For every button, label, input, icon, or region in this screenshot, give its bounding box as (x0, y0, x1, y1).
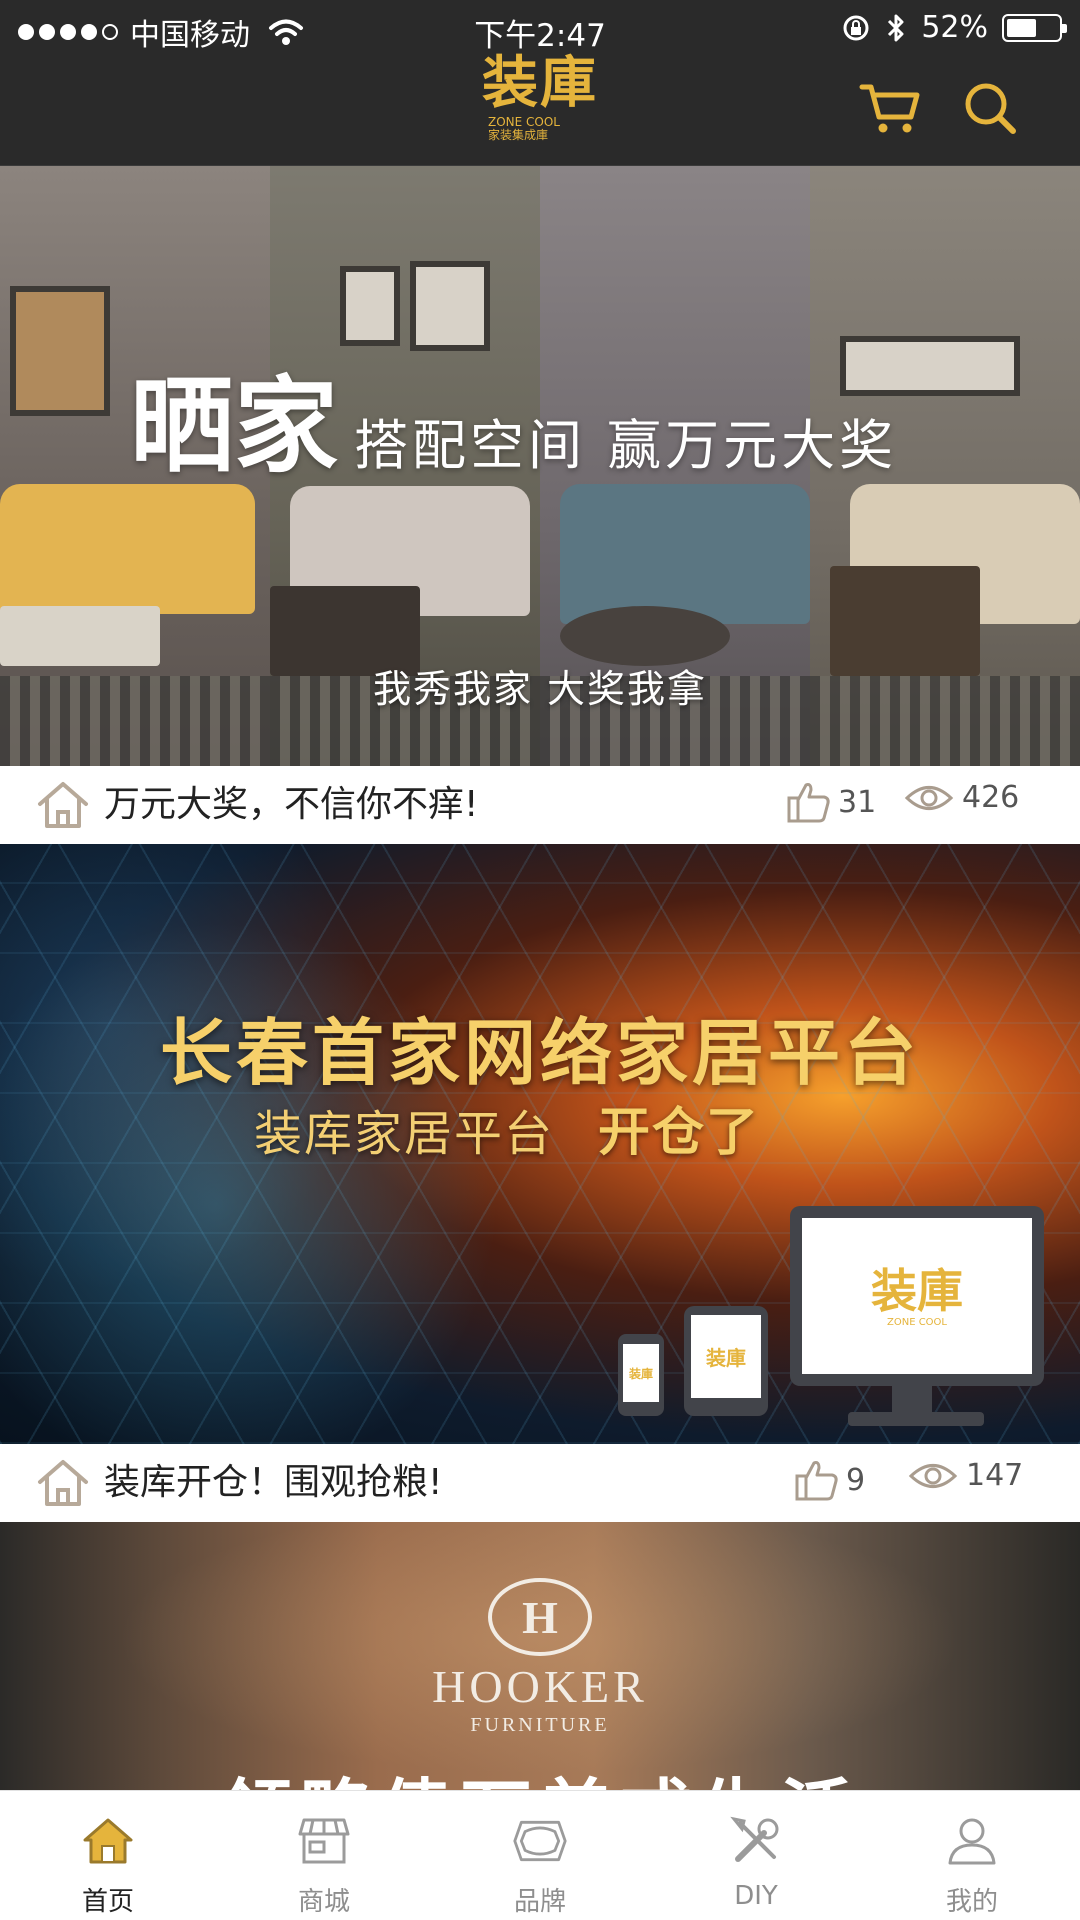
banner-hooker-furniture[interactable]: H HOOKER FURNITURE 领略债万美式生活 (0, 1522, 1080, 1790)
wifi-icon (269, 19, 303, 45)
phone-illustration: 装庫 (618, 1334, 664, 1416)
post-bar[interactable]: 万元大奖，不信你不痒! 31 426 (0, 766, 1080, 844)
tablet-logo: 装庫 (691, 1315, 761, 1398)
phone-logo: 装庫 (623, 1344, 659, 1402)
tab-store[interactable]: 商城 (224, 1791, 424, 1920)
tab-label: 首页 (81, 1887, 134, 1917)
search-button[interactable] (958, 76, 1022, 140)
logo-cn-text: 家装集成庫 (488, 128, 549, 142)
like-button[interactable]: 31 (786, 780, 876, 824)
view-counter: 426 (904, 780, 1019, 815)
tab-label: 品牌 (513, 1887, 566, 1917)
monitor-logo-sub: ZONE COOL (887, 1316, 947, 1328)
brand-icon (513, 1820, 567, 1862)
cart-button[interactable] (858, 76, 922, 140)
store-icon (298, 1818, 350, 1864)
banner-tagline: 领略债万美式生活 (0, 1754, 1080, 1790)
carrier-name: 中国移动 (130, 18, 250, 53)
tab-label: 商城 (297, 1887, 350, 1917)
feed-list[interactable]: 晒家 搭配空间 赢万元大奖 我秀我家 大奖我拿 万元大奖，不信你不痒! 31 4… (0, 166, 1080, 1790)
monitor-logo: 装庫 (871, 1263, 963, 1318)
post-title[interactable]: 万元大奖，不信你不痒! (104, 782, 478, 828)
search-icon (965, 83, 1016, 134)
thumbs-up-icon (795, 1461, 838, 1501)
tab-brand[interactable]: 品牌 (440, 1791, 640, 1920)
like-count: 9 (846, 1462, 866, 1498)
bottom-tab-bar: 首页 商城 品牌 DIY 我的 (0, 1790, 1080, 1920)
signal-icon (18, 24, 118, 40)
eye-icon (904, 785, 954, 810)
banner-subtitle-highlight: 开仓了 (598, 1103, 761, 1163)
eye-icon (908, 1463, 958, 1488)
home-icon (83, 1818, 133, 1864)
like-button[interactable]: 9 (794, 1458, 865, 1502)
cart-icon (859, 84, 920, 133)
battery-icon (1002, 13, 1067, 42)
blurred-background (0, 1522, 1080, 1790)
status-right: 52% (841, 10, 1067, 45)
user-icon (948, 1818, 996, 1865)
logo-main-text: 装庫 (482, 51, 598, 116)
tab-label: DIY (734, 1881, 778, 1911)
view-count: 147 (966, 1458, 1024, 1493)
house-icon (38, 1460, 88, 1506)
banner-headline: 晒家 搭配空间 赢万元大奖 (130, 371, 897, 481)
banner-platform-launch[interactable]: 长春首家网络家居平台 装库家居平台 开仓了 装庫 装庫 装庫 ZONE COOL (0, 844, 1080, 1444)
view-count: 426 (962, 780, 1020, 815)
thumbs-up-icon (787, 783, 830, 823)
tab-label: 我的 (945, 1887, 998, 1917)
brand-sub: FURNITURE (470, 1714, 610, 1736)
app-logo[interactable]: 装庫 ZONE COOL 家装集成庫 (480, 52, 600, 158)
brand-name: HOOKER (432, 1661, 648, 1712)
banner-title-small: 搭配空间 赢万元大奖 (354, 414, 898, 477)
banner-subtitle: 我秀我家 大奖我拿 (372, 667, 708, 711)
banner-title: 长春首家网络家居平台 (159, 1011, 920, 1095)
tablet-illustration: 装庫 (684, 1306, 768, 1416)
rotation-lock-icon (843, 15, 869, 40)
house-icon (38, 782, 88, 828)
monitor-illustration: 装庫 ZONE COOL (790, 1206, 1044, 1386)
view-counter: 147 (908, 1458, 1023, 1493)
tools-icon (730, 1816, 779, 1862)
bluetooth-icon (888, 14, 904, 41)
status-left: 中国移动 (18, 10, 304, 54)
tab-profile[interactable]: 我的 (872, 1791, 1072, 1920)
tab-home[interactable]: 首页 (8, 1791, 208, 1920)
status-bar: 中国移动 下午2:47 52% (0, 0, 1080, 54)
battery-percent: 52% (921, 10, 988, 45)
monitor-base (848, 1412, 984, 1426)
post-bar[interactable]: 装库开仓！围观抢粮! 9 147 (0, 1444, 1080, 1522)
post-title[interactable]: 装库开仓！围观抢粮! (104, 1460, 442, 1506)
tab-diy[interactable]: DIY (656, 1791, 856, 1920)
banner-show-home[interactable]: 晒家 搭配空间 赢万元大奖 我秀我家 大奖我拿 (0, 166, 1080, 766)
banner-subtitle: 装库家居平台 (254, 1106, 555, 1162)
banner-title-big: 晒家 (130, 365, 339, 487)
like-count: 31 (838, 784, 877, 820)
brand-mark-icon: H (488, 1578, 592, 1656)
top-bar: 中国移动 下午2:47 52% 装庫 ZONE COOL 家装集成庫 (0, 0, 1080, 166)
